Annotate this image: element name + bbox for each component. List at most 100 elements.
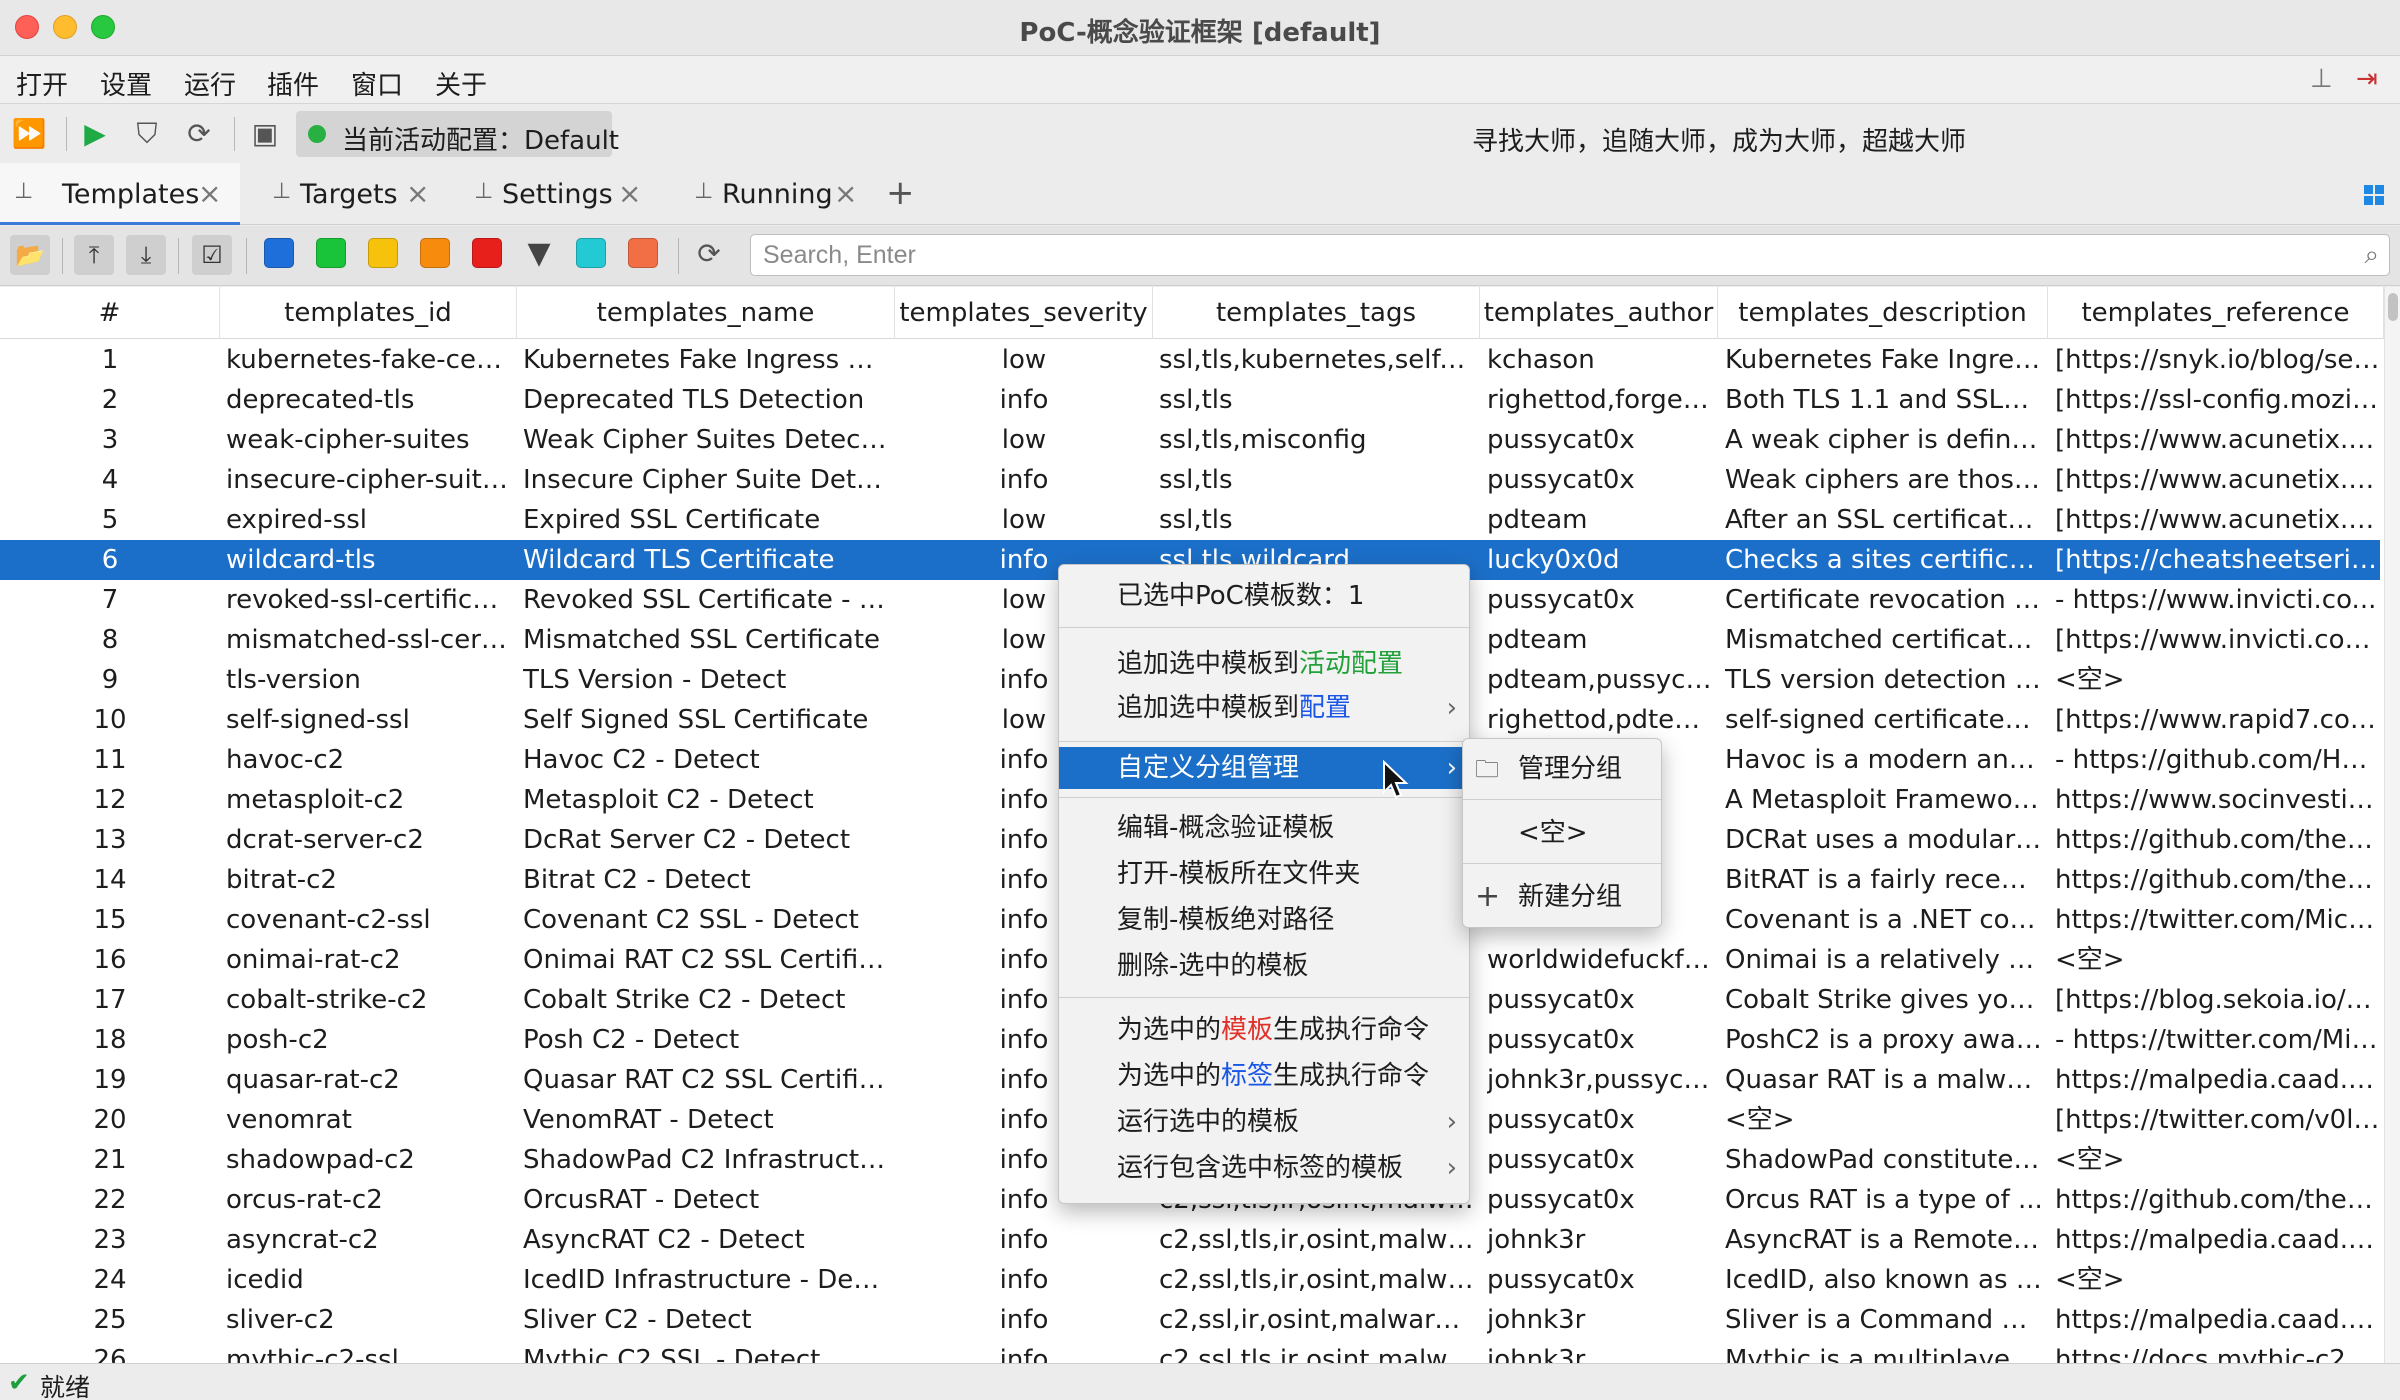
tab-settings[interactable]: ⊥ Settings × [460, 163, 650, 225]
menu-window[interactable]: 窗口 [351, 65, 403, 102]
close-tab-icon[interactable]: × [198, 177, 221, 210]
column-header-tags[interactable]: templates_tags [1153, 287, 1480, 339]
cell-author: pussycat0x [1487, 1025, 1635, 1055]
table-row[interactable]: 5 expired-ssl Expired SSL Certificate low ss… [0, 500, 2381, 540]
move-bottom-icon[interactable]: ⤓ [126, 235, 166, 275]
filter-icon[interactable]: ▼ [520, 235, 558, 273]
close-tab-icon[interactable]: × [834, 177, 857, 210]
column-header-index[interactable]: # [0, 287, 220, 339]
column-header-severity[interactable]: templates_severity [895, 287, 1153, 339]
cell-tags: ssl,tls,misconfig [1159, 425, 1367, 455]
menu-append-config[interactable]: 追加选中模板到配置 › [1059, 687, 1469, 729]
active-config-indicator[interactable]: 当前活动配置：Default [296, 111, 619, 157]
table-row[interactable]: 3 weak-cipher-suites Weak Cipher Suites De… [0, 420, 2381, 460]
menu-run-selected[interactable]: 运行选中的模板 › [1059, 1101, 1469, 1143]
open-folder-icon[interactable]: 📂 [10, 235, 50, 275]
filter-yellow-swatch[interactable] [368, 238, 398, 268]
vertical-scrollbar[interactable] [2384, 287, 2400, 1363]
menu-append-active-config[interactable]: 追加选中模板到活动配置 [1059, 643, 1469, 685]
refresh-icon[interactable]: ⟳ [690, 235, 728, 273]
pin-icon[interactable]: ⊥ [2310, 64, 2333, 94]
cell-author: pussycat0x [1487, 465, 1635, 495]
cell-name: Quasar RAT C2 SSL Certifica... [523, 1065, 889, 1095]
menu-about[interactable]: 关于 [435, 65, 487, 102]
cell-reference: https://malpedia.caad.fk... [2055, 1305, 2381, 1335]
pin-icon: ⊥ [272, 179, 292, 204]
column-header-description[interactable]: templates_description [1718, 287, 2048, 339]
table-row[interactable]: 25 sliver-c2 Sliver C2 - Detect info c2,ssl,… [0, 1300, 2381, 1340]
filter-blue-swatch[interactable] [264, 238, 294, 268]
select-all-icon[interactable]: ☑ [192, 235, 232, 275]
submenu-new-group[interactable]: + 新建分组 [1463, 873, 1661, 921]
menu-text: 生成执行命令 [1273, 1061, 1430, 1091]
menu-plugins[interactable]: 插件 [267, 65, 319, 102]
scrollbar-thumb[interactable] [2388, 293, 2398, 321]
filter-green-swatch[interactable] [316, 238, 346, 268]
chevron-right-icon: › [1446, 1153, 1457, 1183]
cell-reference: <空> [2055, 945, 2125, 975]
tab-label: Settings [502, 179, 613, 210]
search-icon[interactable]: ⌕ [2364, 240, 2379, 271]
cell-author: pussycat0x [1487, 425, 1635, 455]
cell-description: Checks a sites certificat... [1725, 545, 2043, 575]
menu-delete-template[interactable]: 删除-选中的模板 [1059, 945, 1469, 987]
debug-run-icon[interactable]: ⛉ [128, 115, 166, 153]
run-all-icon[interactable]: ⏩ [10, 115, 48, 153]
check-icon: ✔ [8, 1368, 30, 1398]
cell-id: weak-cipher-suites [226, 425, 470, 455]
column-header-name[interactable]: templates_name [517, 287, 895, 339]
table-row[interactable]: 2 deprecated-tls Deprecated TLS Detection i… [0, 380, 2381, 420]
close-tab-icon[interactable]: × [406, 177, 429, 210]
cell-description: DCRat uses a modular fr... [1725, 825, 2043, 855]
menu-highlight: 活动配置 [1299, 649, 1404, 679]
submenu-manage-groups[interactable]: 🗀 管理分组 [1463, 745, 1661, 793]
table-row[interactable]: 26 mythic-c2-ssl Mythic C2 SSL - Detect inf… [0, 1340, 2381, 1363]
column-header-author[interactable]: templates_author [1480, 287, 1718, 339]
table-row[interactable]: 1 kubernetes-fake-certif... Kubernetes Fak… [0, 340, 2381, 380]
move-top-icon[interactable]: ⤒ [74, 235, 114, 275]
menu-edit-template[interactable]: 编辑-概念验证模板 [1059, 807, 1469, 849]
cell-severity: info [999, 1345, 1049, 1363]
menu-copy-path[interactable]: 复制-模板绝对路径 [1059, 899, 1469, 941]
toolbar-divider [62, 238, 63, 274]
search-input[interactable] [763, 237, 2343, 273]
menu-settings[interactable]: 设置 [100, 65, 152, 102]
tab-targets[interactable]: ⊥ Targets × [258, 163, 438, 225]
cell-description: Onimai is a relatively ne... [1725, 945, 2043, 975]
table-row[interactable]: 23 asyncrat-c2 AsyncRAT C2 - Detect info c2,… [0, 1220, 2381, 1260]
folder-icon: 🗀 [1475, 755, 1499, 783]
menu-cmd-for-tags[interactable]: 为选中的标签生成执行命令 [1059, 1055, 1469, 1097]
submenu-label: 新建分组 [1518, 882, 1623, 912]
cell-index: 5 [101, 505, 119, 535]
run-icon[interactable]: ▶ [76, 115, 114, 153]
table-row[interactable]: 4 insecure-cipher-suite-... Insecure Ciphe… [0, 460, 2381, 500]
cell-index: 9 [101, 665, 119, 695]
add-tab-icon[interactable]: + [886, 173, 915, 213]
filter-cyan-swatch[interactable] [576, 238, 606, 268]
cell-author: pdteam,pussyca... [1487, 665, 1712, 695]
logout-icon[interactable]: ⇥ [2356, 64, 2378, 94]
close-tab-icon[interactable]: × [618, 177, 641, 210]
rerun-icon[interactable]: ⟳ [180, 115, 218, 153]
windows-layout-icon[interactable] [2364, 185, 2384, 205]
cell-reference: <空> [2055, 1265, 2125, 1295]
menu-open-folder[interactable]: 打开-模板所在文件夹 [1059, 853, 1469, 895]
tab-running[interactable]: ⊥ Running × [680, 163, 870, 225]
filter-red-swatch[interactable] [472, 238, 502, 268]
cell-reference: [https://www.acunetix.co... [2055, 505, 2381, 535]
search-field[interactable]: ⌕ [750, 234, 2390, 276]
column-header-reference[interactable]: templates_reference [2048, 287, 2384, 339]
menu-run-tagged[interactable]: 运行包含选中标签的模板 › [1059, 1147, 1469, 1189]
menu-open[interactable]: 打开 [16, 65, 68, 102]
filter-coral-swatch[interactable] [628, 238, 658, 268]
save-icon[interactable]: ▣ [246, 115, 284, 153]
menu-cmd-for-templates[interactable]: 为选中的模板生成执行命令 [1059, 1009, 1469, 1051]
column-header-id[interactable]: templates_id [220, 287, 517, 339]
tab-templates[interactable]: ⊥ Templates × [0, 163, 240, 225]
menu-run[interactable]: 运行 [184, 65, 236, 102]
cell-id: metasploit-c2 [226, 785, 405, 815]
cell-id: self-signed-ssl [226, 705, 410, 735]
filter-orange-swatch[interactable] [420, 238, 450, 268]
submenu-empty[interactable]: <空> [1463, 809, 1661, 857]
table-row[interactable]: 24 icedid IcedID Infrastructure - Detect in… [0, 1260, 2380, 1300]
